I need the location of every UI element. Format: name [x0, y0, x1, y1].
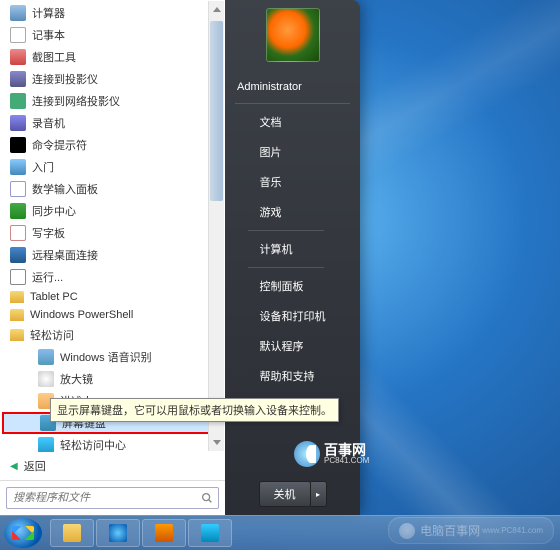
right-panel-item[interactable]: 音乐 [248, 167, 338, 197]
right-panel-item[interactable]: 文档 [248, 107, 338, 137]
program-item[interactable]: 截图工具 [0, 46, 225, 68]
program-label: 计算器 [32, 5, 65, 21]
program-label: Tablet PC [30, 291, 78, 303]
right-panel-item[interactable]: 默认程序 [248, 331, 338, 361]
scrollbar-thumb[interactable] [210, 21, 223, 201]
program-label: 写字板 [32, 225, 65, 241]
program-item[interactable]: 入门 [0, 156, 225, 178]
search-input[interactable] [6, 487, 219, 509]
right-panel-item[interactable]: 控制面板 [248, 271, 338, 301]
program-item[interactable]: 录音机 [0, 112, 225, 134]
program-label: Windows PowerShell [30, 309, 133, 321]
program-item[interactable]: 写字板 [0, 222, 225, 244]
taskbar [0, 515, 560, 550]
scrollbar[interactable] [208, 1, 224, 451]
explorer-icon [63, 524, 81, 542]
shutdown-options-button[interactable]: ▸ [311, 481, 327, 507]
right-panel-item[interactable]: 设备和打印机 [248, 301, 338, 331]
program-label: 录音机 [32, 115, 65, 131]
watermark-baishi: 百事网 PC841.COM [294, 434, 384, 474]
program-label: Windows 语音识别 [60, 349, 152, 365]
program-label: 放大镜 [60, 371, 93, 387]
shutdown-button[interactable]: 关机 [259, 481, 311, 507]
netproj-icon [10, 93, 26, 109]
watermark-url: PC841.COM [324, 457, 369, 465]
program-label: 记事本 [32, 27, 65, 43]
program-item[interactable]: 命令提示符 [0, 134, 225, 156]
intro-icon [10, 159, 26, 175]
projector-icon [10, 71, 26, 87]
computer-icon [10, 5, 26, 21]
watermark-icon [294, 441, 320, 467]
program-label: 连接到网络投影仪 [32, 93, 120, 109]
program-label: 远程桌面连接 [32, 247, 98, 263]
speech-icon [38, 349, 54, 365]
program-label: 命令提示符 [32, 137, 87, 153]
program-item[interactable]: Tablet PC [0, 288, 225, 306]
taskbar-wmp[interactable] [142, 519, 186, 547]
cmd-icon [10, 137, 26, 153]
program-item[interactable]: 数学输入面板 [0, 178, 225, 200]
program-item[interactable]: 运行... [0, 266, 225, 288]
right-panel-item[interactable]: 帮助和支持 [248, 361, 338, 391]
magnifier-icon [38, 371, 54, 387]
eoa-icon [38, 437, 54, 452]
all-programs-list: 计算器记事本截图工具连接到投影仪连接到网络投影仪录音机命令提示符入门数学输入面板… [0, 0, 225, 452]
program-label: 轻松访问 [30, 327, 74, 343]
program-label: 同步中心 [32, 203, 76, 219]
math-icon [10, 181, 26, 197]
program-item[interactable]: 连接到投影仪 [0, 68, 225, 90]
user-name-link[interactable]: Administrator [225, 74, 360, 100]
taskbar-explorer[interactable] [50, 519, 94, 547]
right-panel-item[interactable]: 计算机 [248, 234, 338, 264]
journal-icon [10, 225, 26, 241]
app-icon [201, 524, 219, 542]
program-item[interactable]: 放大镜 [0, 368, 225, 390]
program-label: 截图工具 [32, 49, 76, 65]
program-label: 入门 [32, 159, 54, 175]
run-icon [10, 269, 26, 285]
separator [235, 103, 350, 104]
start-orb[interactable] [4, 518, 42, 548]
program-item[interactable]: 轻松访问 [0, 324, 225, 346]
program-item[interactable]: 计算器 [0, 2, 225, 24]
program-item[interactable]: Windows PowerShell [0, 306, 225, 324]
separator [248, 230, 325, 231]
rdp-icon [10, 247, 26, 263]
sync-icon [10, 203, 26, 219]
program-item[interactable]: 连接到网络投影仪 [0, 90, 225, 112]
ie-icon [109, 524, 127, 542]
program-label: 轻松访问中心 [60, 437, 126, 452]
recorder-icon [10, 115, 26, 131]
tooltip: 显示屏幕键盘，它可以用鼠标或者切换输入设备来控制。 [50, 398, 339, 422]
watermark-name: 百事网 [324, 443, 369, 457]
program-item[interactable]: 记事本 [0, 24, 225, 46]
right-panel-item[interactable]: 游戏 [248, 197, 338, 227]
program-item[interactable]: 同步中心 [0, 200, 225, 222]
program-label: 运行... [32, 269, 63, 285]
snip-icon [10, 49, 26, 65]
user-avatar[interactable] [266, 8, 320, 62]
program-item[interactable]: 远程桌面连接 [0, 244, 225, 266]
right-panel-item[interactable]: 图片 [248, 137, 338, 167]
program-item[interactable]: Windows 语音识别 [0, 346, 225, 368]
back-button[interactable]: 返回 [0, 452, 225, 480]
taskbar-ie[interactable] [96, 519, 140, 547]
taskbar-app[interactable] [188, 519, 232, 547]
search-container [0, 480, 225, 515]
program-label: 连接到投影仪 [32, 71, 98, 87]
notepad-icon [10, 27, 26, 43]
program-item[interactable]: 轻松访问中心 [0, 434, 225, 452]
back-label: 返回 [24, 458, 46, 474]
separator [248, 267, 325, 268]
wmp-icon [155, 524, 173, 542]
start-menu-left-panel: 计算器记事本截图工具连接到投影仪连接到网络投影仪录音机命令提示符入门数学输入面板… [0, 0, 225, 515]
program-label: 数学输入面板 [32, 181, 98, 197]
shutdown-container: 关机 ▸ [225, 473, 360, 515]
